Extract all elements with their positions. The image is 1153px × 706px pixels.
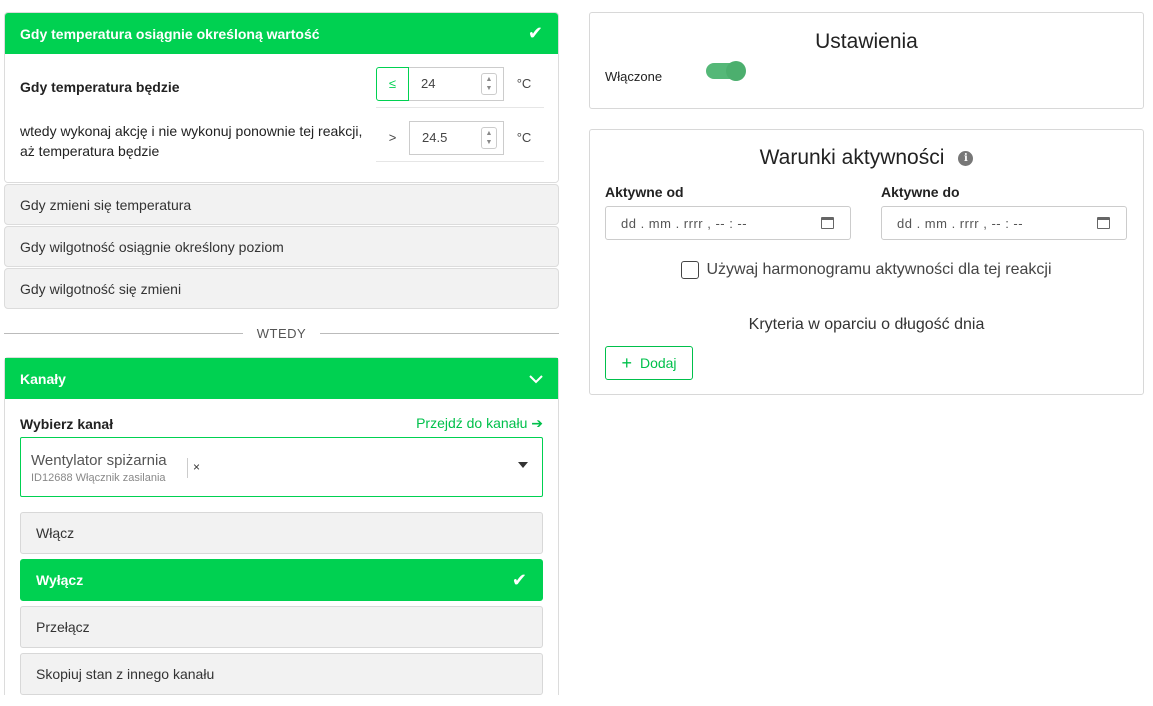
active-to-input[interactable]: dd . mm . rrrr , -- : -- <box>881 206 1127 240</box>
action-toggle[interactable]: Przełącz <box>20 606 543 648</box>
channel-subtitle: ID12688 Włącznik zasilania <box>31 472 166 484</box>
check-icon: ✔ <box>527 23 543 43</box>
spinner-icon[interactable]: ▲ ▼ <box>481 126 497 149</box>
channels-header[interactable]: Kanały <box>5 358 558 399</box>
trigger-temperature-reached: Gdy temperatura osiągnie określoną warto… <box>4 12 559 183</box>
settings-panel: Ustawienia Włączone <box>589 12 1144 109</box>
action-turn-off[interactable]: Wyłącz ✔ <box>20 559 543 601</box>
calendar-icon[interactable] <box>821 217 834 229</box>
spinner-icon[interactable]: ▲ ▼ <box>481 72 497 95</box>
condition-operator-button[interactable]: ≤ <box>376 66 409 101</box>
then-divider: WTEDY <box>4 309 560 357</box>
schedule-label: Używaj harmonogramu aktywności dla tej r… <box>706 261 1052 278</box>
calendar-icon[interactable] <box>1097 217 1110 229</box>
reset-operator: > <box>388 130 397 145</box>
activity-title: Warunki aktywności i <box>590 130 1143 170</box>
channels-section: Kanały Wybierz kanał Przejdź do kanału ➔… <box>4 357 559 695</box>
enabled-toggle[interactable] <box>706 61 746 81</box>
chevron-down-icon <box>529 371 543 387</box>
check-icon: ✔ <box>511 569 527 590</box>
active-to-label: Aktywne do <box>881 184 960 200</box>
trigger-title: Gdy temperatura osiągnie określoną warto… <box>20 25 320 42</box>
settings-title: Ustawienia <box>815 30 918 53</box>
reset-unit: °C <box>516 130 532 145</box>
schedule-checkbox[interactable] <box>681 261 700 279</box>
schedule-option[interactable]: Używaj harmonogramu aktywności dla tej r… <box>590 261 1143 279</box>
active-from-input[interactable]: dd . mm . rrrr , -- : -- <box>605 206 851 240</box>
trigger-humidity-changed[interactable]: Gdy wilgotność się zmieni <box>4 268 559 309</box>
caret-down-icon[interactable] <box>518 462 528 468</box>
arrow-right-icon: ➔ <box>531 415 543 431</box>
channels-title: Kanały <box>20 370 66 387</box>
condition-value: 24 <box>421 76 436 91</box>
trigger-header[interactable]: Gdy temperatura osiągnie określoną warto… <box>5 13 558 54</box>
goto-channel-link[interactable]: Przejdź do kanału ➔ <box>416 415 543 432</box>
channel-select[interactable]: Wentylator spiżarnia ID12688 Włącznik za… <box>20 437 543 497</box>
action-turn-on[interactable]: Włącz <box>20 512 543 554</box>
select-channel-label: Wybierz kanał <box>20 415 114 432</box>
activity-conditions-panel: Warunki aktywności i Aktywne od dd . mm .… <box>589 129 1144 395</box>
reset-value-input[interactable]: 24.5 ▲ ▼ <box>409 120 504 155</box>
action-list: Włącz Wyłącz ✔ Przełącz Skopiuj stan z in… <box>20 512 543 695</box>
trigger-humidity-reached[interactable]: Gdy wilgotność osiągnie określony poziom <box>4 226 559 267</box>
reset-label: wtedy wykonaj akcję i nie wykonuj ponown… <box>20 123 363 159</box>
right-column: Ustawienia Włączone Warunki aktywności i … <box>589 12 1144 395</box>
trigger-temperature-changed[interactable]: Gdy zmieni się temperatura <box>4 184 559 225</box>
info-icon[interactable]: i <box>958 150 974 166</box>
daylight-criteria-label: Kryteria w oparciu o długość dnia <box>748 316 985 333</box>
plus-icon: + <box>621 353 632 373</box>
enabled-label: Włączone <box>605 69 663 84</box>
add-criteria-button[interactable]: + Dodaj <box>605 346 693 380</box>
active-from-label: Aktywne od <box>605 184 684 200</box>
then-label: WTEDY <box>256 325 307 341</box>
clear-selection-icon[interactable]: × <box>193 460 200 474</box>
condition-label: Gdy temperatura będzie <box>20 79 180 95</box>
left-column: Gdy temperatura osiągnie określoną warto… <box>4 12 560 700</box>
condition-value-input[interactable]: 24 ▲ ▼ <box>409 66 504 101</box>
action-copy-state[interactable]: Skopiuj stan z innego kanału <box>20 653 543 695</box>
reset-value: 24.5 <box>422 130 448 145</box>
condition-unit: °C <box>516 76 532 91</box>
channel-name: Wentylator spiżarnia <box>31 452 167 469</box>
